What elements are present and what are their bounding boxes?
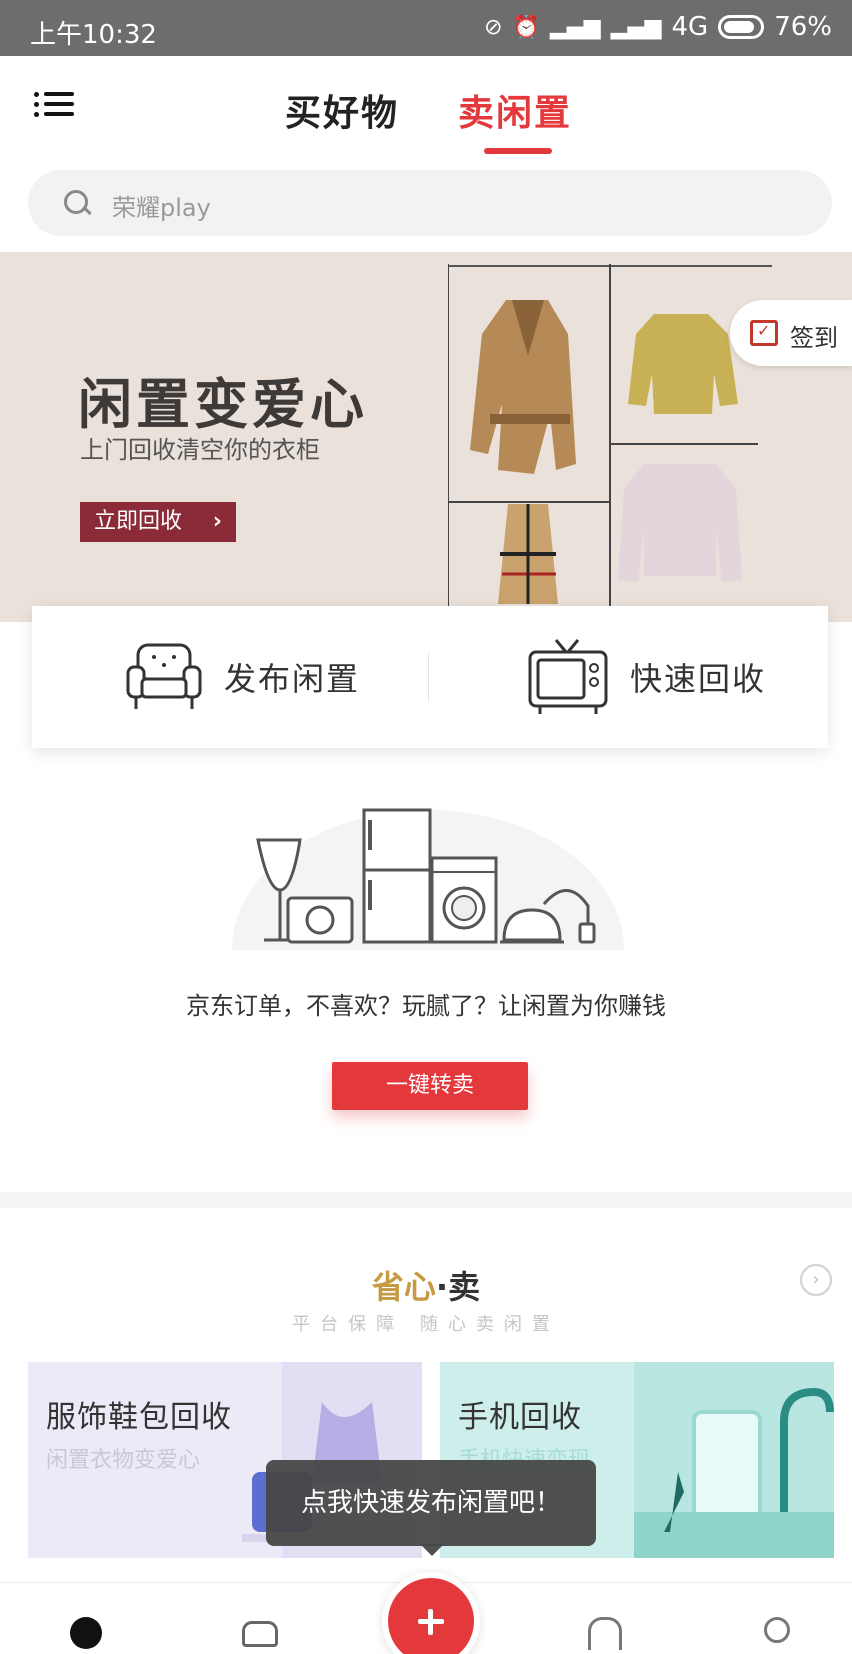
status-time: 上午10:32 (30, 20, 157, 50)
status-bar: 上午10:32 ⊘ ⏰ ▂▄▆ ▂▄▆ 4G 76% (0, 0, 852, 56)
resell-promo-text: 京东订单，不喜欢？玩腻了？让闲置为你赚钱 (186, 992, 666, 1020)
signal-icon: ▂▄▆ (610, 14, 662, 40)
chevron-right-icon: › (212, 509, 222, 534)
card-title: 手机回收 (458, 1400, 582, 1435)
section-title-highlight: 省心 (371, 1268, 436, 1306)
clothes-rack-image (448, 264, 772, 616)
battery-icon (718, 15, 765, 39)
quick-actions: 发布闲置 快速回收 (32, 606, 828, 748)
tab-buy[interactable]: 买好物 (285, 84, 399, 136)
recycle-now-button[interactable]: 立即回收 › (80, 502, 236, 542)
checkin-label: 签到 (790, 324, 838, 352)
actions-divider (428, 652, 429, 702)
active-tab-indicator (484, 148, 552, 154)
cart-icon[interactable] (240, 1617, 278, 1653)
chevron-right-icon[interactable]: › (800, 1264, 832, 1296)
quick-recycle-button[interactable]: 快速回收 (526, 606, 766, 748)
checkin-button[interactable]: 签到 (730, 300, 852, 366)
card-subtitle: 闲置衣物变爱心 (46, 1448, 201, 1473)
card-title: 服饰鞋包回收 (46, 1400, 232, 1435)
publish-tooltip: 点我快速发布闲置吧！ (266, 1460, 596, 1546)
mute-icon: ⊘ (484, 14, 503, 40)
section-title-rest: ·卖 (435, 1268, 481, 1306)
network-type: 4G (671, 12, 709, 42)
battery-level: 76% (774, 12, 832, 42)
appliances-illustration (228, 808, 628, 960)
phone-illustration (634, 1362, 834, 1558)
app-header: 买好物 卖闲置 (0, 56, 852, 164)
publish-idle-button[interactable]: 发布闲置 (124, 606, 360, 748)
tv-icon (528, 639, 608, 714)
status-icons: ⊘ ⏰ ▂▄▆ ▂▄▆ 4G 76% (484, 12, 832, 42)
publish-idle-label: 发布闲置 (224, 660, 361, 698)
profile-icon[interactable] (760, 1617, 796, 1653)
alarm-icon: ⏰ (512, 14, 540, 40)
section-divider (0, 1192, 852, 1208)
recycle-banner[interactable]: 闲置变爱心 上门回收清空你的衣柜 立即回收 › 签到 (0, 252, 852, 622)
tooltip-arrow (420, 1544, 444, 1556)
search-icon (64, 190, 90, 216)
sofa-icon (126, 643, 202, 709)
one-click-resell-button[interactable]: 一键转卖 (332, 1062, 528, 1110)
menu-icon[interactable] (34, 86, 74, 122)
banner-subtitle: 上门回收清空你的衣柜 (80, 436, 320, 464)
search-placeholder: 荣耀play (112, 194, 211, 222)
calendar-check-icon (750, 320, 778, 346)
recycle-now-label: 立即回收 (94, 509, 183, 534)
search-bar[interactable]: 荣耀play (28, 170, 832, 236)
home-icon[interactable] (70, 1617, 106, 1653)
section-subtitle: 平台保障 随心卖闲置 (292, 1314, 560, 1335)
section-title: 省心·卖 (0, 1262, 852, 1308)
signal-icon: ▂▄▆ (549, 14, 601, 40)
quick-recycle-label: 快速回收 (630, 660, 767, 698)
tab-sell[interactable]: 卖闲置 (458, 84, 572, 136)
banner-title: 闲置变爱心 (78, 373, 368, 436)
message-icon[interactable] (586, 1617, 622, 1653)
